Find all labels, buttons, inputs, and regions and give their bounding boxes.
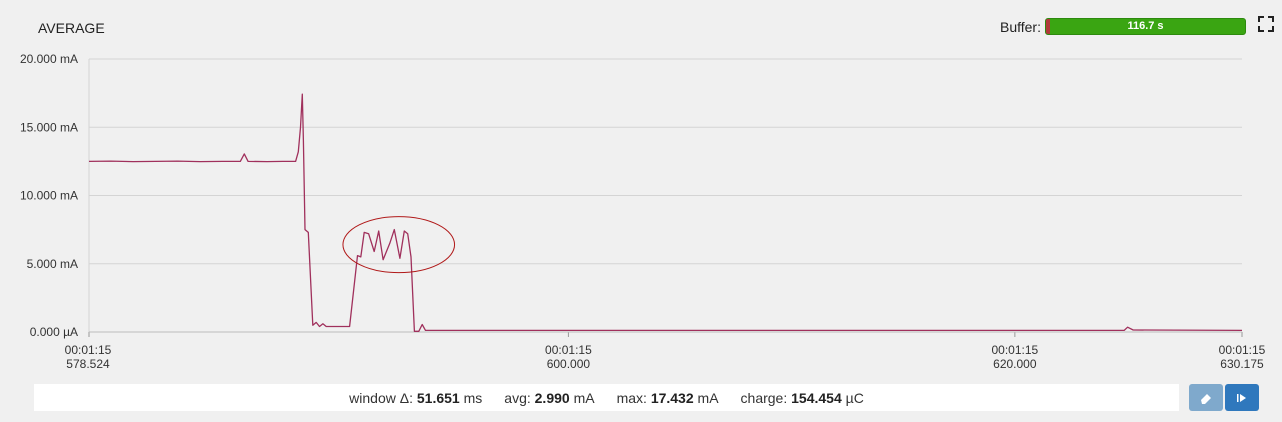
x-tick-time-label: 00:01:15 — [992, 343, 1039, 357]
current-chart[interactable]: 20.000 mA 15.000 mA 10.000 mA 5.000 mA 0.000… — [0, 40, 1282, 380]
y-tick-label: 20.000 mA — [20, 52, 78, 66]
x-tick-ms-label: 630.175 — [1220, 357, 1264, 371]
x-tick-time-label: 00:01:15 — [1219, 343, 1266, 357]
x-tick-ms-label: 578.524 — [66, 357, 110, 371]
buffer-value: 116.7 s — [1127, 20, 1164, 32]
avg-value: 2.990 — [534, 389, 570, 406]
buffer-label: Buffer: — [1000, 19, 1041, 35]
x-tick-time-label: 00:01:15 — [545, 343, 592, 357]
max-stat: max: 17.432 mA — [616, 389, 719, 406]
x-tick-time-label: 00:01:15 — [65, 343, 112, 357]
max-value: 17.432 — [650, 389, 694, 406]
window-stat: window Δ: 51.651 ms — [349, 389, 483, 406]
charge-stat: charge: 154.454 µC — [740, 389, 864, 406]
eraser-icon — [1201, 393, 1211, 404]
x-tick-ms-label: 620.000 — [993, 357, 1037, 371]
stats-bar: window Δ: 51.651 ms avg: 2.990 mA max: 1… — [34, 384, 1179, 411]
clear-button[interactable] — [1189, 384, 1223, 411]
charge-value: 154.454 — [791, 389, 842, 406]
play-button[interactable] — [1225, 384, 1259, 411]
buffer-progress-bar: 116.7 s — [1045, 18, 1246, 35]
x-tick-ms-label: 600.000 — [547, 357, 591, 371]
avg-stat: avg: 2.990 mA — [504, 389, 595, 406]
chart-mode-title: AVERAGE — [38, 20, 105, 36]
y-tick-label: 15.000 mA — [20, 120, 78, 134]
window-value: 51.651 — [416, 389, 460, 406]
y-tick-label: 5.000 mA — [27, 257, 78, 271]
fullscreen-icon — [1258, 16, 1274, 32]
y-tick-label: 10.000 mA — [20, 189, 78, 203]
y-tick-label: 0.000 µA — [30, 325, 78, 339]
fullscreen-button[interactable] — [1257, 15, 1275, 33]
play-icon — [1237, 393, 1246, 402]
